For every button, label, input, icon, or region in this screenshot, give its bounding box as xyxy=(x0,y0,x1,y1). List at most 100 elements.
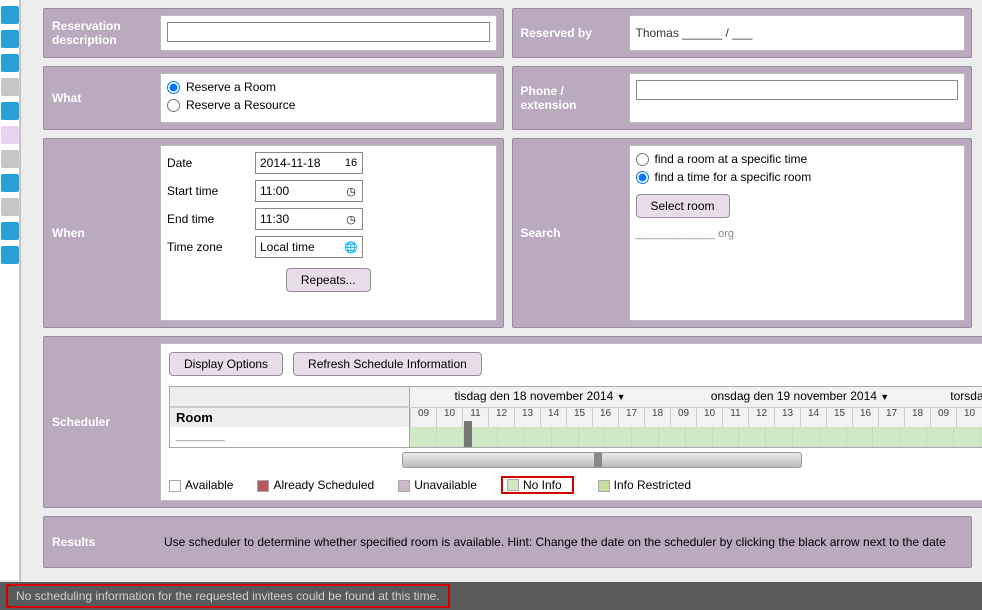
when-label: When xyxy=(44,139,154,327)
panel-description: Reservation description xyxy=(43,8,504,58)
end-input[interactable]: 11:30◷ xyxy=(255,208,363,230)
hour-cell: 10 xyxy=(956,408,982,427)
icon-8[interactable] xyxy=(1,174,19,192)
panel-phone: Phone / extension xyxy=(512,66,973,130)
hour-cell: 15 xyxy=(566,408,592,427)
swatch-available xyxy=(169,480,181,492)
hour-cell: 09 xyxy=(410,408,436,427)
mail-icon[interactable] xyxy=(1,78,19,96)
hour-cell: 18 xyxy=(644,408,670,427)
legend-noinfo-box: No Info xyxy=(501,476,574,494)
hour-cell: 15 xyxy=(826,408,852,427)
hour-cell: 13 xyxy=(514,408,540,427)
hour-cell: 14 xyxy=(800,408,826,427)
tz-label: Time zone xyxy=(167,240,237,254)
panel-when: When Date 2014-11-1816 Start time 11:00◷… xyxy=(43,138,504,328)
swatch-unavailable xyxy=(398,480,410,492)
panel-what: What Reserve a Room Reserve a Resource xyxy=(43,66,504,130)
room-name-cell: ________ xyxy=(170,427,410,447)
day-1: tisdag den 18 november 2014 xyxy=(454,389,613,403)
room-col-header: Room xyxy=(170,408,410,427)
icon-5[interactable] xyxy=(1,102,19,120)
hour-cell: 09 xyxy=(670,408,696,427)
search-time-text: find a room at a specific time xyxy=(655,152,808,166)
swatch-already xyxy=(257,480,269,492)
icon-10[interactable] xyxy=(1,222,19,240)
icon-11[interactable] xyxy=(1,246,19,264)
panel-reserved-by: Reserved by Thomas ______ / ___ xyxy=(512,8,973,58)
repeats-button[interactable]: Repeats... xyxy=(286,268,371,292)
time-marker[interactable] xyxy=(464,421,472,447)
clock-icon: ◷ xyxy=(344,213,358,226)
hour-cell: 10 xyxy=(436,408,462,427)
what-room-text: Reserve a Room xyxy=(186,80,276,94)
timeline-bar[interactable] xyxy=(410,427,982,447)
calendar-icon: 16 xyxy=(344,157,358,169)
status-bar: No scheduling information for the reques… xyxy=(0,582,982,610)
panel-scheduler: Scheduler Display Options Refresh Schedu… xyxy=(43,336,982,508)
scroll-slider[interactable] xyxy=(402,452,802,468)
hour-cell: 13 xyxy=(774,408,800,427)
hour-cell: 18 xyxy=(904,408,930,427)
results-label: Results xyxy=(44,517,154,567)
what-resource-text: Reserve a Resource xyxy=(186,98,295,112)
what-resource-radio[interactable] xyxy=(167,99,180,112)
selected-room-text: _____________ org xyxy=(636,228,959,240)
hour-cell: 10 xyxy=(696,408,722,427)
swatch-noinfo xyxy=(507,479,519,491)
hour-cell: 16 xyxy=(592,408,618,427)
swatch-restricted xyxy=(598,480,610,492)
icon-1[interactable] xyxy=(1,6,19,24)
description-input[interactable] xyxy=(167,22,490,42)
what-label: What xyxy=(44,67,154,129)
hour-cell: 12 xyxy=(748,408,774,427)
chevron-down-icon[interactable]: ▼ xyxy=(617,392,626,402)
hour-cell: 11 xyxy=(722,408,748,427)
hour-cell: 17 xyxy=(878,408,904,427)
panel-search: Search find a room at a specific time fi… xyxy=(512,138,973,328)
start-label: Start time xyxy=(167,184,237,198)
hour-cell: 09 xyxy=(930,408,956,427)
search-room-radio[interactable] xyxy=(636,171,649,184)
panel-results: Results Use scheduler to determine wheth… xyxy=(43,516,972,568)
hour-cell: 17 xyxy=(618,408,644,427)
hour-cell: 12 xyxy=(488,408,514,427)
icon-3[interactable] xyxy=(1,54,19,72)
scheduler-label: Scheduler xyxy=(44,337,154,507)
icon-2[interactable] xyxy=(1,30,19,48)
icon-9[interactable] xyxy=(1,198,19,216)
chevron-down-icon[interactable]: ▼ xyxy=(880,392,889,402)
reserved-by-value: Thomas ______ / ___ xyxy=(636,26,753,40)
date-label: Date xyxy=(167,156,237,170)
search-label: Search xyxy=(513,139,623,327)
tz-input[interactable]: Local time🌐 xyxy=(255,236,363,258)
day-3: torsdag den xyxy=(950,389,982,403)
start-input[interactable]: 11:00◷ xyxy=(255,180,363,202)
slider-thumb[interactable] xyxy=(594,453,602,467)
icon-7[interactable] xyxy=(1,150,19,168)
day-2: onsdag den 19 november 2014 xyxy=(711,389,877,403)
clock-icon: ◷ xyxy=(344,185,358,198)
timeline: tisdag den 18 november 2014 ▼ onsdag den… xyxy=(169,386,982,448)
page: Reservation description Reserved by Thom… xyxy=(20,0,982,582)
search-time-radio[interactable] xyxy=(636,153,649,166)
display-options-button[interactable]: Display Options xyxy=(169,352,283,376)
icon-6[interactable] xyxy=(1,126,19,144)
results-hint: Use scheduler to determine whether speci… xyxy=(164,535,946,549)
globe-icon: 🌐 xyxy=(344,241,358,254)
hour-cell: 16 xyxy=(852,408,878,427)
date-input[interactable]: 2014-11-1816 xyxy=(255,152,363,174)
hour-cell: 14 xyxy=(540,408,566,427)
refresh-schedule-button[interactable]: Refresh Schedule Information xyxy=(293,352,482,376)
phone-label: Phone / extension xyxy=(513,67,623,129)
phone-input[interactable] xyxy=(636,80,959,100)
reserved-by-label: Reserved by xyxy=(513,9,623,57)
status-error: No scheduling information for the reques… xyxy=(6,584,450,608)
search-room-text: find a time for a specific room xyxy=(655,170,812,184)
app-icon-strip xyxy=(0,0,20,580)
what-room-radio[interactable] xyxy=(167,81,180,94)
end-label: End time xyxy=(167,212,237,226)
select-room-button[interactable]: Select room xyxy=(636,194,730,218)
description-label: Reservation description xyxy=(44,9,154,57)
legend: Available Already Scheduled Unavailable … xyxy=(169,472,982,494)
